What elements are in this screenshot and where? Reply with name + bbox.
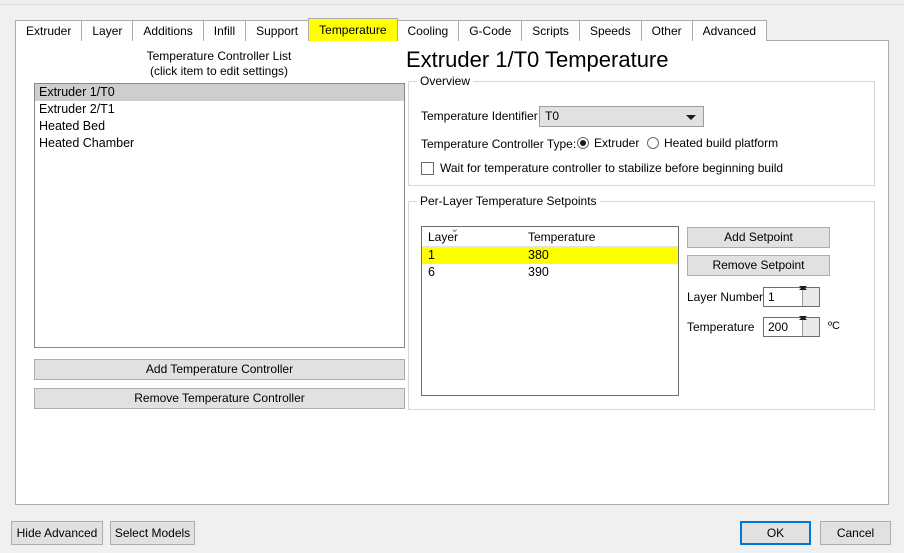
radio-heated-build-platform-label: Heated build platform: [664, 136, 779, 150]
cell-layer: 1: [428, 248, 435, 262]
setpoint-table[interactable]: ⌄ Layer Temperature 1 380 6 390: [421, 226, 679, 396]
window-top-strip: [0, 0, 904, 5]
tab-other[interactable]: Other: [640, 20, 693, 41]
remove-setpoint-button[interactable]: Remove Setpoint: [687, 255, 830, 276]
radio-extruder-label: Extruder: [594, 136, 640, 150]
cell-temperature: 380: [528, 248, 549, 262]
remove-temperature-controller-button[interactable]: Remove Temperature Controller: [34, 388, 405, 409]
table-row[interactable]: 6 390: [422, 264, 678, 281]
cell-temperature: 390: [528, 265, 549, 279]
table-row[interactable]: 1 380: [422, 247, 678, 264]
tab-layer[interactable]: Layer: [81, 20, 134, 41]
layer-number-value: 1: [768, 290, 775, 304]
ok-button[interactable]: OK: [740, 521, 811, 545]
tab-advanced[interactable]: Advanced: [691, 20, 768, 41]
setpoint-table-header: ⌄ Layer Temperature: [422, 227, 678, 247]
temperature-identifier-select[interactable]: T0: [539, 106, 704, 127]
tab-extruder[interactable]: Extruder: [15, 20, 83, 41]
controller-list-caption: Temperature Controller List (click item …: [34, 49, 404, 79]
radio-heated-build-platform[interactable]: Heated build platform: [647, 136, 778, 150]
chevron-down-icon: [686, 115, 696, 120]
add-setpoint-button[interactable]: Add Setpoint: [687, 227, 830, 248]
page-title: Extruder 1/T0 Temperature: [406, 47, 669, 72]
temperature-setpoint-label: Temperature: [687, 320, 755, 334]
radio-heated-build-platform-indicator: [647, 137, 659, 149]
tab-temperature[interactable]: Temperature: [308, 18, 398, 41]
tab-scripts[interactable]: Scripts: [521, 20, 580, 41]
add-temperature-controller-button[interactable]: Add Temperature Controller: [34, 359, 405, 380]
column-header-temperature[interactable]: Temperature: [528, 230, 595, 244]
temperature-value: 200: [768, 320, 789, 334]
wait-for-stabilize-checkbox[interactable]: Wait for temperature controller to stabi…: [421, 161, 783, 175]
temperature-identifier-label: Temperature Identifier: [421, 109, 538, 123]
cancel-button[interactable]: Cancel: [820, 521, 891, 545]
layer-number-stepper[interactable]: 1: [763, 287, 820, 307]
wait-for-stabilize-label: Wait for temperature controller to stabi…: [440, 161, 784, 175]
controller-list-caption-line2: (click item to edit settings): [149, 64, 289, 78]
column-header-layer[interactable]: Layer: [428, 230, 458, 244]
controller-type-label: Temperature Controller Type:: [421, 137, 577, 151]
temperature-spin-buttons: [802, 318, 819, 336]
cell-layer: 6: [428, 265, 435, 279]
radio-extruder[interactable]: Extruder: [577, 136, 639, 150]
tab-content-panel: Temperature Controller List (click item …: [15, 40, 889, 505]
overview-group-legend: Overview: [417, 74, 474, 88]
per-layer-setpoints-legend: Per-Layer Temperature Setpoints: [417, 194, 600, 208]
overview-group: Overview Temperature Identifier T0 Tempe…: [408, 74, 875, 186]
per-layer-setpoints-group: Per-Layer Temperature Setpoints ⌄ Layer …: [408, 194, 875, 410]
tab-additions[interactable]: Additions: [132, 20, 204, 41]
temperature-unit-label: ºC: [828, 320, 840, 332]
list-item-heated-chamber[interactable]: Heated Chamber: [35, 135, 404, 152]
wait-for-stabilize-checkbox-box: [421, 161, 434, 175]
tab-bar: Extruder Layer Additions Infill Support …: [15, 18, 768, 41]
list-item-extruder-2-t1[interactable]: Extruder 2/T1: [35, 101, 404, 118]
tab-support[interactable]: Support: [245, 20, 310, 41]
layer-number-spin-buttons: [802, 288, 819, 306]
controller-list-caption-line1: Temperature Controller List: [146, 49, 292, 63]
temperature-controller-list[interactable]: Extruder 1/T0 Extruder 2/T1 Heated Bed H…: [34, 83, 405, 348]
radio-extruder-indicator: [577, 137, 589, 149]
tab-cooling[interactable]: Cooling: [396, 20, 460, 41]
hide-advanced-button[interactable]: Hide Advanced: [11, 521, 103, 545]
layer-number-label: Layer Number: [687, 290, 764, 304]
tab-infill[interactable]: Infill: [202, 20, 247, 41]
temperature-stepper[interactable]: 200: [763, 317, 820, 337]
select-models-button[interactable]: Select Models: [110, 521, 195, 545]
tab-gcode[interactable]: G-Code: [458, 20, 523, 41]
list-item-extruder-1-t0[interactable]: Extruder 1/T0: [35, 84, 404, 101]
tab-speeds[interactable]: Speeds: [578, 20, 642, 41]
temperature-identifier-value: T0: [545, 109, 560, 123]
list-item-heated-bed[interactable]: Heated Bed: [35, 118, 404, 135]
